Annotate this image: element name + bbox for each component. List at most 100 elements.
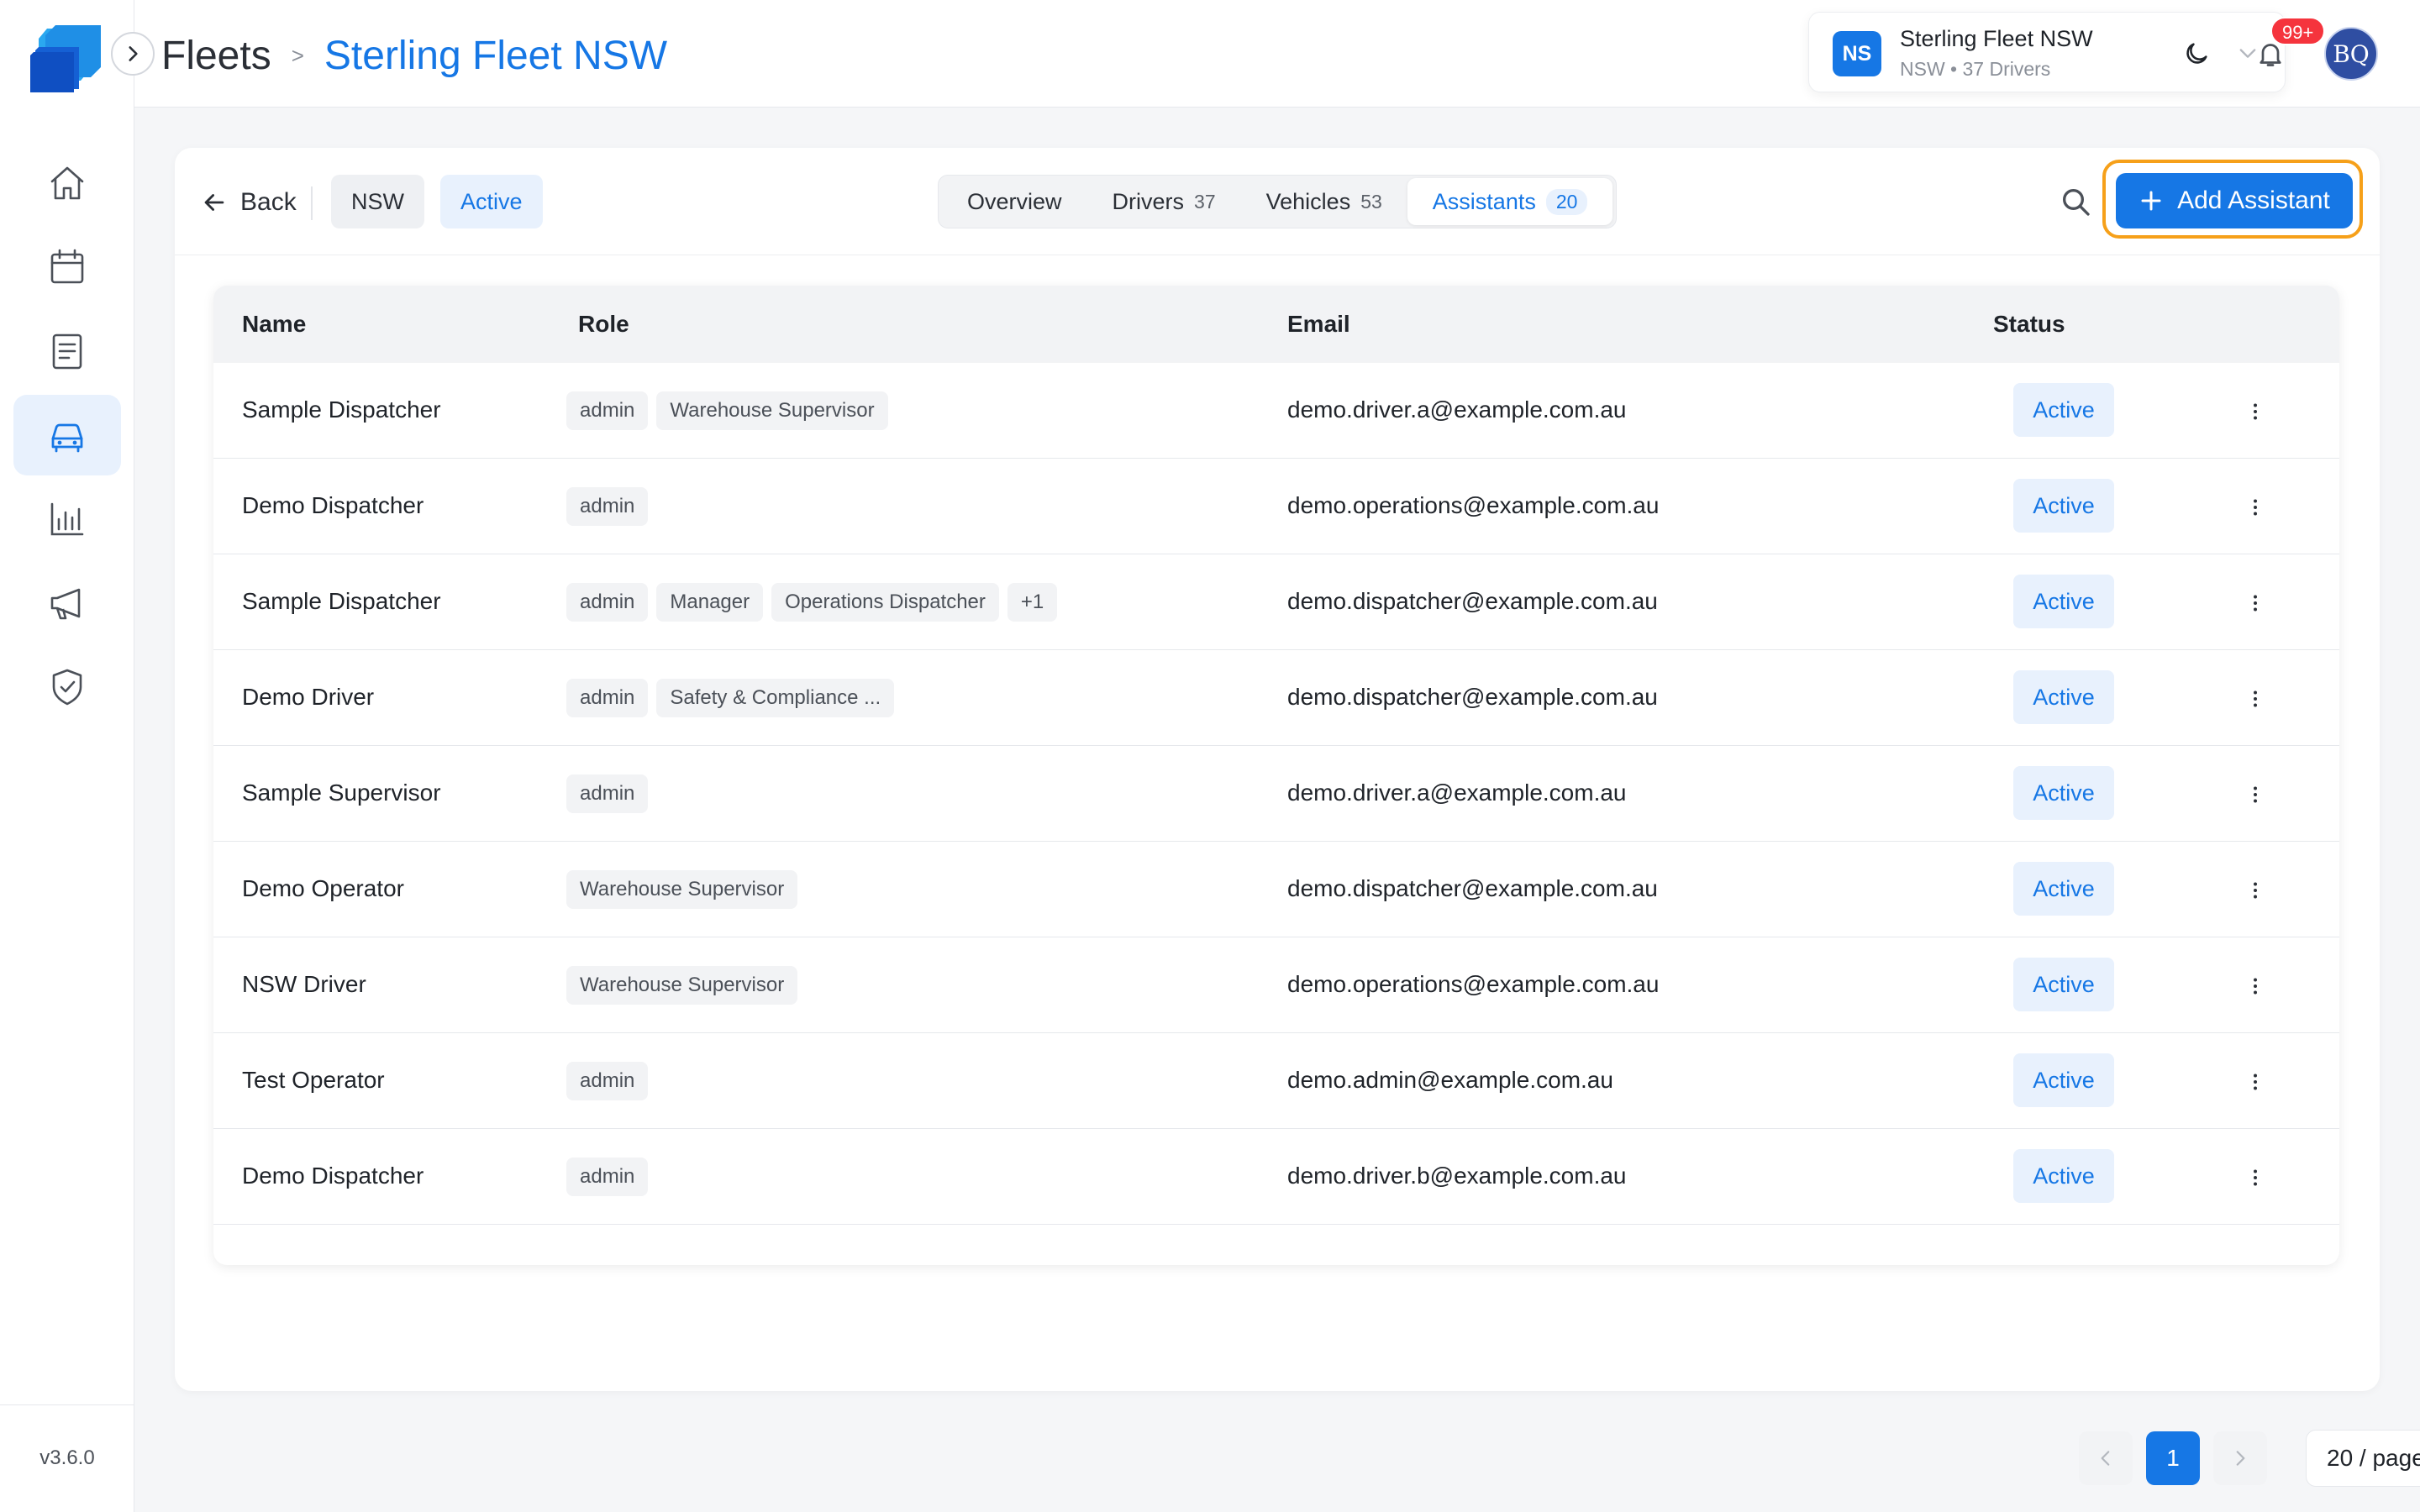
assistant-name: Demo Dispatcher: [242, 1163, 424, 1189]
column-header-name[interactable]: Name: [242, 311, 306, 338]
status-badge: Active: [2013, 383, 2114, 437]
role-tags: admin Manager Operations Dispatcher +1: [566, 583, 1065, 622]
sidebar: v3.6.0: [0, 0, 155, 1512]
row-actions-button[interactable]: [2238, 491, 2272, 524]
row-actions-button[interactable]: [2238, 395, 2272, 428]
table-row[interactable]: Test Operator admin demo.admin@example.com…: [213, 1033, 2339, 1129]
app-logo[interactable]: [30, 22, 104, 94]
role-tag: admin: [566, 487, 649, 526]
back-button[interactable]: Back: [200, 183, 297, 222]
more-vertical-icon: [2254, 595, 2257, 612]
role-tag: admin: [566, 583, 649, 622]
fleet-switcher-subtitle: NSW • 37 Drivers: [1900, 58, 2051, 80]
tab-label: Drivers: [1112, 188, 1185, 214]
role-tag: Operations Dispatcher: [771, 583, 999, 622]
car-icon: [51, 423, 83, 453]
sidebar-item-compliance[interactable]: [13, 647, 121, 727]
table-row[interactable]: Sample Supervisor admin demo.driver.a@exam…: [213, 746, 2339, 842]
role-tag: Manager: [656, 583, 764, 622]
table-row[interactable]: Demo Dispatcher admin demo.operations@exam…: [213, 459, 2339, 554]
pagination-page-1[interactable]: 1: [2146, 1431, 2200, 1485]
tab-count: 37: [1194, 190, 1216, 213]
app-version: v3.6.0: [39, 1446, 95, 1469]
breadcrumb: Fleets > Sterling Fleet NSW: [161, 30, 667, 81]
assistant-name: Demo Dispatcher: [242, 492, 424, 518]
assistant-email: demo.admin@example.com.au: [1287, 1067, 1613, 1093]
assistant-email: demo.dispatcher@example.com.au: [1287, 588, 1658, 614]
tab-drivers[interactable]: Drivers 37: [1087, 178, 1241, 225]
status-badge: Active: [2013, 1053, 2114, 1107]
status-badge: Active: [2013, 958, 2114, 1011]
assistant-email: demo.driver.a@example.com.au: [1287, 396, 1627, 423]
tab-label: Vehicles: [1265, 188, 1351, 214]
assistant-email: demo.operations@example.com.au: [1287, 492, 1660, 518]
sidebar-item-announcements[interactable]: [13, 563, 121, 643]
sidebar-item-fleets[interactable]: [13, 395, 121, 475]
status-badge: Active: [2013, 670, 2114, 724]
tab-assistants[interactable]: Assistants 20: [1407, 178, 1613, 225]
tab-overview[interactable]: Overview: [942, 178, 1087, 225]
user-avatar[interactable]: BQ: [2324, 27, 2378, 81]
table-row[interactable]: Sample Dispatcher admin Manager Operations …: [213, 554, 2339, 650]
assistant-name: Demo Operator: [242, 875, 404, 901]
row-actions-button[interactable]: [2238, 874, 2272, 907]
sidebar-expand-button[interactable]: [111, 32, 155, 76]
role-tags: admin: [566, 487, 656, 526]
role-tag: admin: [566, 1158, 649, 1196]
pagination-prev-button[interactable]: [2079, 1431, 2133, 1485]
sidebar-item-home[interactable]: [13, 143, 121, 223]
row-actions-button[interactable]: [2238, 1161, 2272, 1194]
shield-check-icon: [52, 669, 82, 706]
tab-vehicles[interactable]: Vehicles 53: [1241, 178, 1407, 225]
notification-badge: 99+: [2270, 17, 2326, 45]
role-tags: admin Warehouse Supervisor: [566, 391, 897, 430]
assistant-email: demo.driver.b@example.com.au: [1287, 1163, 1627, 1189]
table-row[interactable]: Sample Dispatcher admin Warehouse Supervis…: [213, 363, 2339, 459]
theme-toggle-button[interactable]: [2176, 34, 2217, 74]
row-actions-button[interactable]: [2238, 586, 2272, 620]
assistants-card: Back NSW Active Overview Drivers 37 Vehi…: [175, 148, 2420, 1487]
row-actions-button[interactable]: [2238, 778, 2272, 811]
column-header-email[interactable]: Email: [1287, 311, 1350, 338]
column-header-role[interactable]: Role: [578, 311, 629, 338]
role-tag: admin: [566, 1062, 649, 1100]
role-tag: admin: [566, 679, 649, 717]
more-vertical-icon: [2254, 1169, 2257, 1186]
pagination-next-button[interactable]: [2213, 1431, 2267, 1485]
sidebar-item-calendar[interactable]: [13, 227, 121, 307]
assistant-name: Sample Dispatcher: [242, 396, 441, 423]
more-vertical-icon: [2254, 978, 2257, 995]
column-header-status[interactable]: Status: [1993, 311, 2065, 338]
fleet-avatar: NS: [1833, 31, 1881, 76]
role-tag: Warehouse Supervisor: [656, 391, 888, 430]
page-size-label: 20 / page: [2327, 1445, 2420, 1471]
chevron-right-icon: [129, 46, 138, 61]
megaphone-icon: [50, 588, 81, 620]
search-icon[interactable]: [2059, 185, 2092, 218]
toolbar-divider: [311, 186, 313, 220]
sidebar-item-records[interactable]: [13, 311, 121, 391]
more-vertical-icon: [2254, 882, 2257, 899]
table-row[interactable]: Demo Driver admin Safety & Compliance ... d…: [213, 650, 2339, 746]
row-actions-button[interactable]: [2238, 969, 2272, 1003]
assistant-email: demo.driver.a@example.com.au: [1287, 780, 1627, 806]
page-size-select[interactable]: 20 / page: [2306, 1430, 2420, 1487]
add-assistant-button[interactable]: Add Assistant: [2116, 173, 2353, 228]
assistant-name: Sample Supervisor: [242, 780, 441, 806]
status-badge: Active: [2013, 862, 2114, 916]
assistant-email: demo.dispatcher@example.com.au: [1287, 875, 1658, 901]
table-row[interactable]: NSW Driver Warehouse Supervisor demo.opera…: [213, 937, 2339, 1033]
more-vertical-icon: [2254, 690, 2257, 707]
row-actions-button[interactable]: [2238, 1065, 2272, 1099]
table-row[interactable]: Demo Dispatcher admin demo.driver.b@exampl…: [213, 1129, 2339, 1225]
sidebar-nav: [13, 143, 121, 731]
breadcrumb-separator: >: [291, 42, 304, 68]
role-tags: admin: [566, 1158, 656, 1196]
document-list-icon: [52, 333, 82, 370]
sidebar-item-reports[interactable]: [13, 479, 121, 559]
breadcrumb-fleets[interactable]: Fleets: [161, 33, 271, 79]
table-row[interactable]: Demo Operator Warehouse Supervisor demo.di…: [213, 842, 2339, 937]
row-actions-button[interactable]: [2238, 682, 2272, 716]
assistant-name: Demo Driver: [242, 684, 375, 710]
status-badge: Active: [2013, 479, 2114, 533]
